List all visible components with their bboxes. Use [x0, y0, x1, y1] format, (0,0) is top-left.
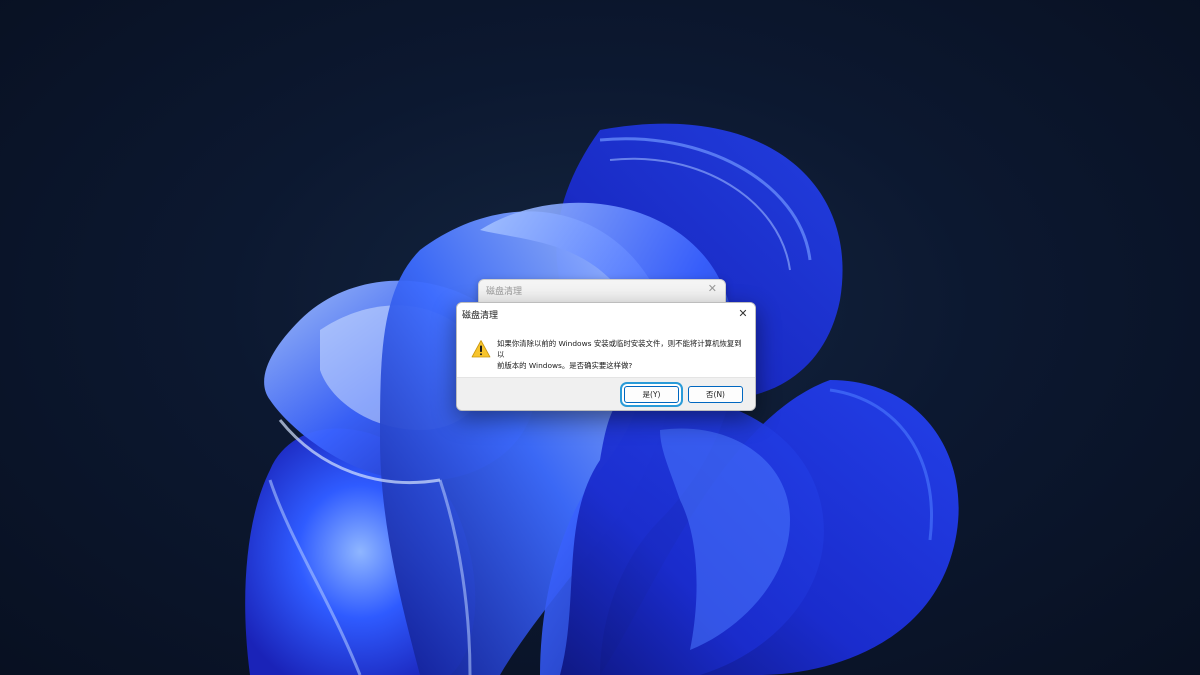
- dialog-footer: 是(Y) 否(N): [457, 377, 755, 410]
- disk-cleanup-dialog: 磁盘清理 ✕ 如果你清除以前的 Windows 安装或临时安装文件，则不能将计算…: [456, 302, 756, 411]
- no-button[interactable]: 否(N): [688, 386, 743, 403]
- close-icon[interactable]: ✕: [708, 282, 717, 295]
- dialog-body: 如果你清除以前的 Windows 安装或临时安装文件，则不能将计算机恢复到以 前…: [457, 325, 755, 377]
- close-icon[interactable]: ✕: [734, 305, 752, 323]
- warning-icon: [471, 340, 491, 358]
- dialog-message: 如果你清除以前的 Windows 安装或临时安装文件，则不能将计算机恢复到以 前…: [497, 339, 742, 370]
- dialog-title: 磁盘清理: [462, 311, 499, 321]
- yes-button[interactable]: 是(Y): [624, 386, 679, 403]
- background-dialog-title: 磁盘清理: [486, 287, 523, 297]
- dialog-titlebar: 磁盘清理 ✕: [457, 303, 755, 325]
- desktop: 磁盘清理 ✕ 磁盘清理 ✕ 如果你清除以前的 Windows 安装或临时安装文件…: [0, 0, 1200, 675]
